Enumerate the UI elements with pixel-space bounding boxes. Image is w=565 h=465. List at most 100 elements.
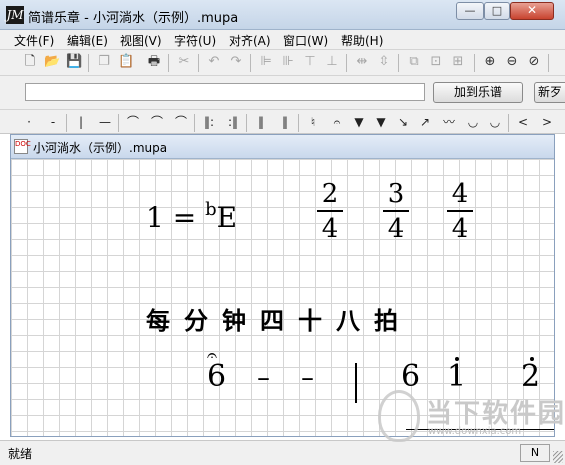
- redo-icon[interactable]: ↷: [228, 54, 244, 70]
- toolbar-separator: [508, 114, 509, 132]
- notation-input[interactable]: [25, 83, 425, 101]
- title-bar: JM 简谱乐章 - 小河淌水（示例）.mupa — □ ✕: [0, 0, 565, 30]
- print-icon[interactable]: 🖶: [146, 54, 162, 70]
- new-button[interactable]: 新歹: [534, 82, 565, 103]
- crescendo-symbol-button[interactable]: <: [514, 113, 532, 131]
- align-right-icon[interactable]: ⊪: [280, 54, 296, 70]
- add-to-score-button[interactable]: 加到乐谱: [433, 82, 523, 103]
- status-text: 就绪: [8, 447, 33, 461]
- zoom-in-icon[interactable]: ⊕: [482, 54, 498, 70]
- zoom-out-icon[interactable]: ⊖: [504, 54, 520, 70]
- cut-icon[interactable]: ✂: [176, 54, 192, 70]
- time-numerator: 4: [451, 179, 469, 209]
- status-bar: 就绪 N: [0, 440, 565, 465]
- extension-dash[interactable]: –: [301, 363, 314, 393]
- slur-left-symbol-button[interactable]: ⌒: [148, 113, 166, 131]
- accent-symbol-button[interactable]: ▼: [372, 113, 390, 131]
- menu-file[interactable]: 文件(F): [14, 32, 54, 49]
- document-window: DOC 小河淌水（示例）.mupa 1 = bE 2 4 3 4 4 4 每分钟…: [10, 134, 555, 437]
- main-toolbar: 🗋 📂 💾 ❐ 📋 🖶 ✂ ↶ ↷ ⊫ ⊪ ⊤ ⊥ ⇹ ⇳ ⧉ ⊡ ⊞ ⊕ ⊖ …: [0, 50, 565, 76]
- ungroup-icon[interactable]: ⊞: [450, 54, 466, 70]
- arc-symbol-button[interactable]: ◡: [464, 113, 482, 131]
- repeat-end-symbol-button[interactable]: :‖: [224, 113, 242, 131]
- fraction-bar: [317, 210, 343, 212]
- toolbar-separator: [118, 114, 119, 132]
- document-title-bar: DOC 小河淌水（示例）.mupa: [11, 135, 554, 159]
- double-bar-symbol-button[interactable]: ‖: [252, 113, 270, 131]
- toolbar-separator: [66, 114, 67, 132]
- trill-symbol-button[interactable]: 〰: [440, 113, 458, 131]
- tempo-marking[interactable]: 每分钟四十八拍: [146, 301, 412, 336]
- barline-symbol-button[interactable]: |: [72, 113, 90, 131]
- align-bottom-icon[interactable]: ⊥: [324, 54, 340, 70]
- new-document-icon[interactable]: 🗋: [22, 54, 38, 70]
- toolbar-separator: [198, 54, 199, 72]
- note-6[interactable]: 6: [401, 359, 420, 394]
- menu-view[interactable]: 视图(V): [120, 32, 162, 49]
- toolbar-separator: [346, 54, 347, 72]
- slur-right-symbol-button[interactable]: ⌒: [172, 113, 190, 131]
- slur-symbol-button[interactable]: ⌒: [124, 113, 142, 131]
- open-folder-icon[interactable]: 📂: [44, 54, 60, 70]
- toolbar-separator: [168, 54, 169, 72]
- document-icon: DOC: [14, 139, 31, 154]
- paste-icon[interactable]: 📋: [118, 54, 134, 70]
- link-icon[interactable]: ⊡: [428, 54, 444, 70]
- resize-grip-icon[interactable]: [553, 451, 563, 463]
- time-denominator: 4: [387, 214, 405, 244]
- toolbar-separator: [88, 54, 89, 72]
- arc-small-symbol-button[interactable]: ◡: [486, 113, 504, 131]
- note-1-high[interactable]: 1: [447, 359, 466, 394]
- time-denominator: 4: [321, 214, 339, 244]
- distribute-v-icon[interactable]: ⇳: [376, 54, 392, 70]
- dot-symbol-button[interactable]: ·: [20, 113, 38, 131]
- toolbar-separator: [194, 114, 195, 132]
- natural-symbol-button[interactable]: ♮: [304, 113, 322, 131]
- maximize-button[interactable]: □: [484, 2, 510, 20]
- undo-icon[interactable]: ↶: [206, 54, 222, 70]
- long-dash-symbol-button[interactable]: —: [96, 113, 114, 131]
- time-signature[interactable]: 4 4: [445, 179, 475, 245]
- extension-dash[interactable]: –: [257, 363, 270, 393]
- menu-window[interactable]: 窗口(W): [283, 32, 328, 49]
- key-signature[interactable]: 1 = bE: [146, 199, 237, 234]
- toolbar-separator: [298, 114, 299, 132]
- save-icon[interactable]: 💾: [66, 54, 82, 70]
- time-signature[interactable]: 3 4: [381, 179, 411, 245]
- minimize-button[interactable]: —: [456, 2, 484, 20]
- align-top-icon[interactable]: ⊤: [302, 54, 318, 70]
- toolbar-separator: [398, 54, 399, 72]
- group-icon[interactable]: ⧉: [406, 54, 422, 70]
- note-2-high[interactable]: 2: [521, 359, 540, 394]
- repeat-start-symbol-button[interactable]: ‖:: [200, 113, 218, 131]
- menu-char[interactable]: 字符(U): [174, 32, 216, 49]
- end-bar-symbol-button[interactable]: ‖: [276, 113, 294, 131]
- zoom-reset-icon[interactable]: ⊘: [526, 54, 542, 70]
- close-button[interactable]: ✕: [510, 2, 554, 20]
- align-left-icon[interactable]: ⊫: [258, 54, 274, 70]
- glide-down-symbol-button[interactable]: ↘: [394, 113, 412, 131]
- flat-symbol: b: [205, 199, 217, 220]
- window-title: 简谱乐章 - 小河淌水（示例）.mupa: [28, 11, 239, 26]
- toolbar-separator: [246, 114, 247, 132]
- fermata-symbol-button[interactable]: 𝄐: [328, 113, 346, 131]
- dash-symbol-button[interactable]: -: [44, 113, 62, 131]
- bar-line[interactable]: [355, 363, 357, 403]
- fraction-bar: [383, 210, 409, 212]
- num-lock-indicator: N: [520, 444, 550, 462]
- menu-help[interactable]: 帮助(H): [341, 32, 383, 49]
- fraction-bar: [447, 210, 473, 212]
- menu-align[interactable]: 对齐(A): [229, 32, 271, 49]
- distribute-h-icon[interactable]: ⇹: [354, 54, 370, 70]
- input-toolbar: 加到乐谱 新歹: [0, 76, 565, 110]
- note-6[interactable]: 6: [207, 359, 226, 394]
- toolbar-separator: [250, 54, 251, 72]
- symbol-toolbar: · - | — ⌒ ⌒ ⌒ ‖: :‖ ‖ ‖ ♮ 𝄐 ▼ ▼ ↘ ↗ 〰 ◡ …: [0, 110, 565, 134]
- toolbar-separator: [548, 54, 549, 72]
- decrescendo-symbol-button[interactable]: >: [538, 113, 556, 131]
- menu-edit[interactable]: 编辑(E): [67, 32, 108, 49]
- copy-icon[interactable]: ❐: [96, 54, 112, 70]
- accent-down-symbol-button[interactable]: ▼: [350, 113, 368, 131]
- time-signature[interactable]: 2 4: [315, 179, 345, 245]
- glide-up-symbol-button[interactable]: ↗: [416, 113, 434, 131]
